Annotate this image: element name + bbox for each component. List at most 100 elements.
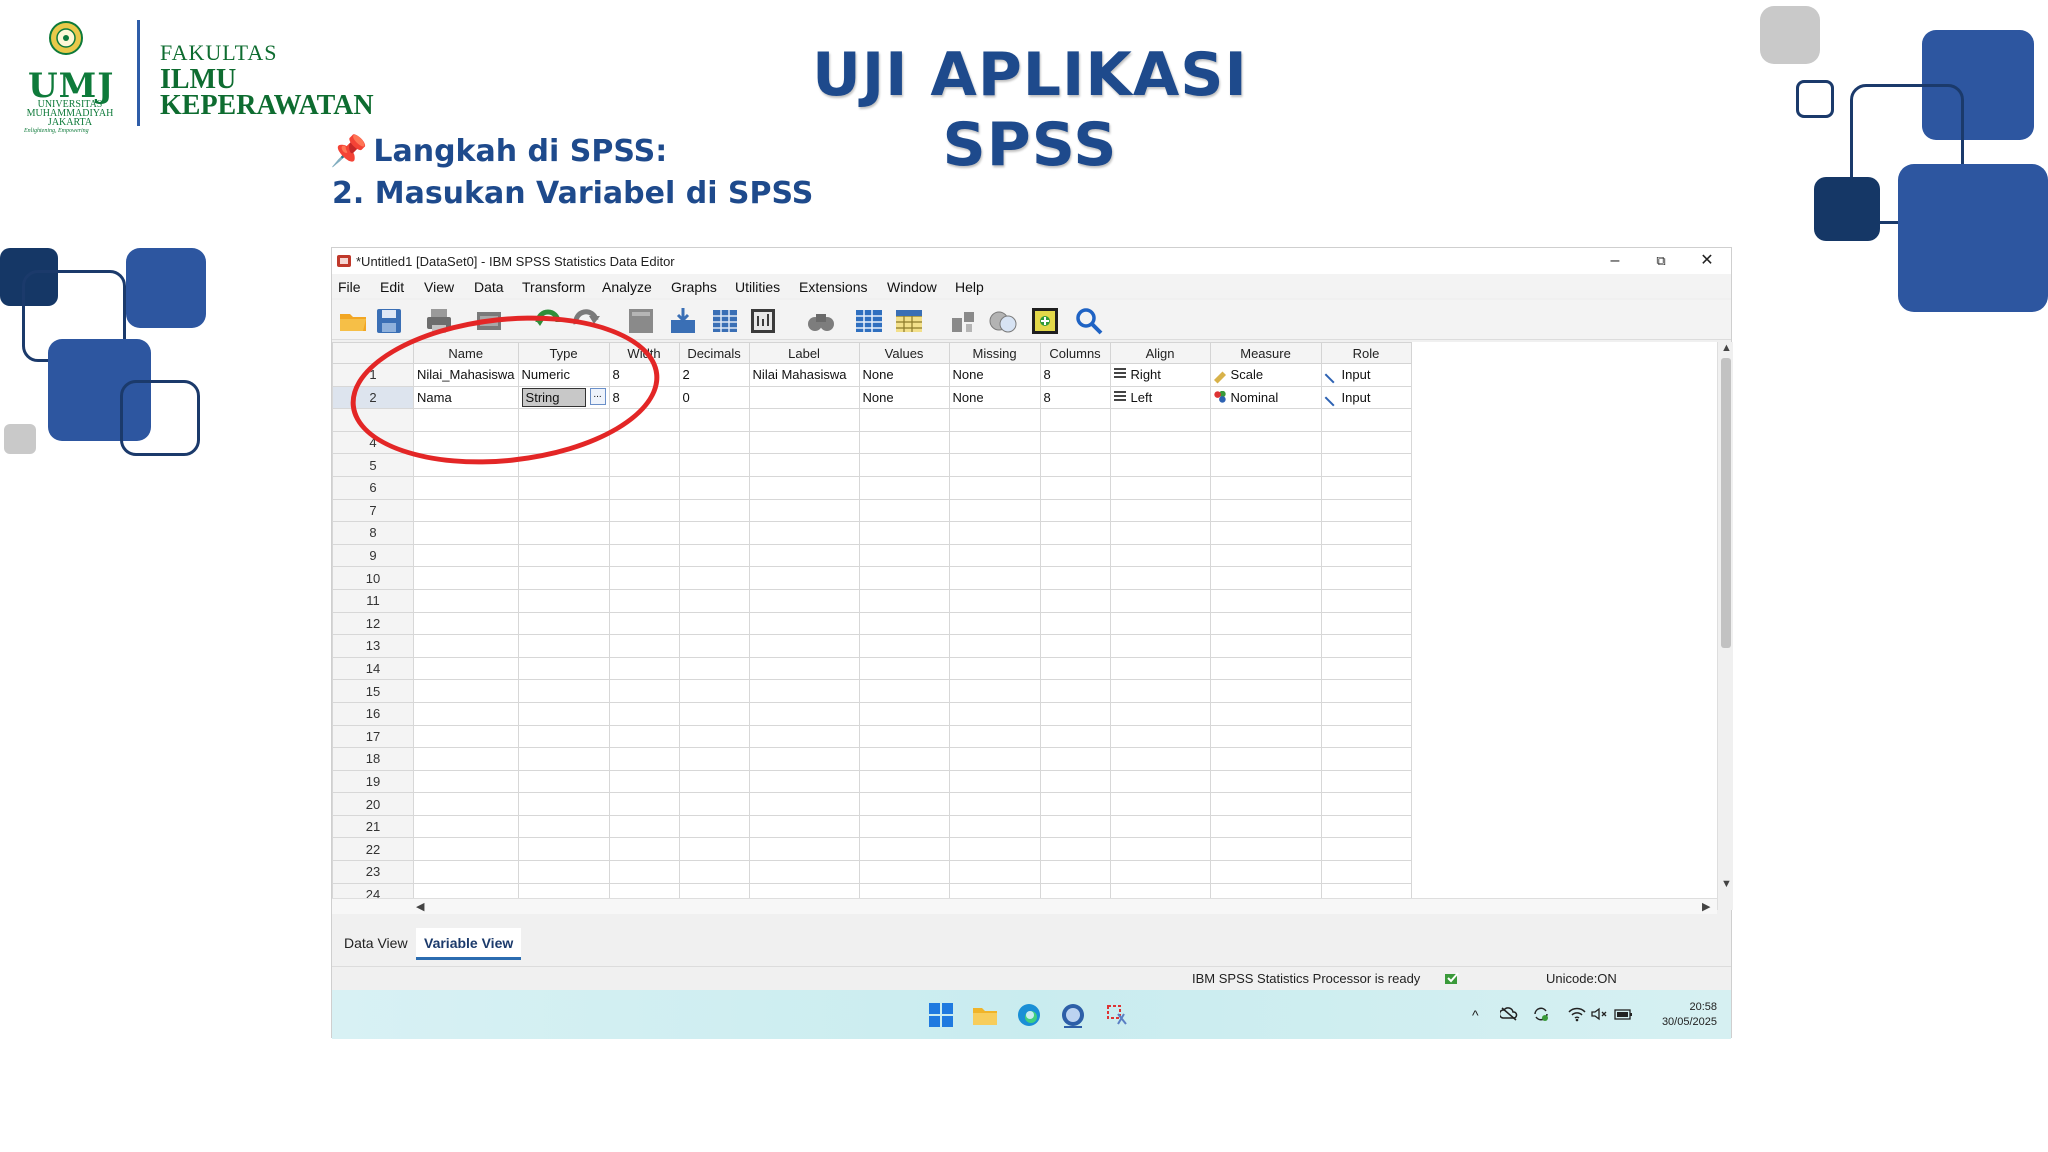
empty-cell[interactable] — [1109, 814, 1211, 839]
empty-cell[interactable] — [1039, 430, 1111, 455]
empty-cell[interactable] — [748, 792, 860, 816]
empty-cell[interactable] — [1320, 566, 1412, 590]
empty-cell[interactable] — [608, 453, 680, 477]
run-descriptives-icon[interactable] — [748, 306, 778, 336]
windows-start-icon[interactable] — [928, 1002, 954, 1028]
col-header-align[interactable]: Align — [1109, 342, 1211, 364]
empty-cell[interactable] — [858, 498, 950, 523]
scroll-up-icon[interactable]: ▲ — [1721, 342, 1732, 354]
empty-cell[interactable] — [1039, 792, 1111, 816]
empty-cell[interactable] — [1209, 475, 1322, 500]
empty-cell[interactable] — [608, 747, 680, 771]
empty-cell[interactable] — [748, 611, 860, 636]
empty-cell[interactable] — [1320, 453, 1412, 477]
empty-cell[interactable] — [1109, 566, 1211, 590]
empty-cell[interactable] — [1320, 724, 1412, 749]
row-number[interactable]: 19 — [332, 769, 414, 794]
empty-cell[interactable] — [1039, 814, 1111, 839]
empty-cell[interactable] — [948, 747, 1041, 771]
empty-cell[interactable] — [678, 634, 750, 658]
empty-cell[interactable] — [858, 679, 950, 703]
cell-missing[interactable]: None — [948, 363, 1041, 387]
empty-cell[interactable] — [948, 656, 1041, 681]
menu-file[interactable]: File — [338, 279, 361, 295]
empty-cell[interactable] — [1320, 521, 1412, 545]
cell-role[interactable]: Input — [1320, 385, 1412, 410]
empty-cell[interactable] — [1320, 475, 1412, 500]
empty-cell[interactable] — [1209, 453, 1322, 477]
empty-cell[interactable] — [748, 724, 860, 749]
horizontal-scrollbar[interactable]: ◀ ▶ — [332, 898, 1717, 914]
empty-cell[interactable] — [678, 498, 750, 523]
cell-name[interactable]: Nama — [413, 385, 519, 410]
empty-cell[interactable] — [517, 724, 610, 749]
empty-cell[interactable] — [1209, 611, 1322, 636]
empty-cell[interactable] — [948, 543, 1041, 568]
row-number[interactable]: 22 — [332, 837, 414, 862]
empty-cell[interactable] — [1039, 656, 1111, 681]
empty-cell[interactable] — [948, 634, 1041, 658]
empty-cell[interactable] — [608, 543, 680, 568]
empty-cell[interactable] — [413, 498, 519, 523]
empty-cell[interactable] — [678, 408, 750, 432]
row-number[interactable]: 20 — [332, 792, 414, 816]
row-number[interactable]: 14 — [332, 656, 414, 681]
empty-cell[interactable] — [858, 792, 950, 816]
empty-cell[interactable] — [948, 430, 1041, 455]
tab-variable-view[interactable]: Variable View — [416, 928, 522, 960]
row-number[interactable]: 6 — [332, 475, 414, 500]
speaker-muted-icon[interactable] — [1590, 1006, 1608, 1022]
open-folder-icon[interactable] — [338, 306, 368, 336]
empty-cell[interactable] — [1209, 634, 1322, 658]
empty-cell[interactable] — [517, 679, 610, 703]
empty-cell[interactable] — [413, 882, 519, 898]
split-file-icon[interactable] — [948, 306, 978, 336]
empty-cell[interactable] — [858, 588, 950, 613]
menu-graphs[interactable]: Graphs — [671, 279, 717, 295]
empty-cell[interactable] — [858, 837, 950, 862]
cell-name[interactable]: Nilai_Mahasiswa — [413, 363, 519, 387]
row-number[interactable]: 12 — [332, 611, 414, 636]
empty-cell[interactable] — [413, 566, 519, 590]
empty-cell[interactable] — [413, 860, 519, 884]
empty-cell[interactable] — [1320, 860, 1412, 884]
cell-measure[interactable]: Nominal — [1209, 385, 1322, 410]
empty-cell[interactable] — [1109, 453, 1211, 477]
col-header-values[interactable]: Values — [858, 342, 950, 364]
empty-cell[interactable] — [413, 611, 519, 636]
sync-icon[interactable] — [1532, 1006, 1550, 1022]
empty-cell[interactable] — [678, 543, 750, 568]
empty-cell[interactable] — [1320, 408, 1412, 432]
vertical-scroll-thumb[interactable] — [1721, 358, 1731, 648]
empty-cell[interactable] — [517, 566, 610, 590]
row-number[interactable] — [332, 408, 414, 432]
empty-cell[interactable] — [1109, 475, 1211, 500]
empty-cell[interactable] — [413, 634, 519, 658]
empty-cell[interactable] — [1109, 634, 1211, 658]
empty-cell[interactable] — [1039, 408, 1111, 432]
empty-cell[interactable] — [858, 882, 950, 898]
empty-cell[interactable] — [1109, 747, 1211, 771]
empty-cell[interactable] — [748, 521, 860, 545]
empty-cell[interactable] — [1209, 882, 1322, 898]
save-icon[interactable] — [374, 306, 404, 336]
empty-cell[interactable] — [1039, 769, 1111, 794]
empty-cell[interactable] — [517, 611, 610, 636]
empty-cell[interactable] — [517, 521, 610, 545]
empty-cell[interactable] — [858, 656, 950, 681]
empty-cell[interactable] — [517, 837, 610, 862]
empty-cell[interactable] — [748, 566, 860, 590]
empty-cell[interactable] — [678, 430, 750, 455]
empty-cell[interactable] — [517, 634, 610, 658]
empty-cell[interactable] — [1109, 837, 1211, 862]
col-header-measure[interactable]: Measure — [1209, 342, 1322, 364]
empty-cell[interactable] — [608, 634, 680, 658]
redo-icon[interactable] — [572, 306, 602, 336]
spss-taskbar-icon[interactable] — [1060, 1002, 1086, 1028]
empty-cell[interactable] — [948, 792, 1041, 816]
empty-cell[interactable] — [1209, 814, 1322, 839]
empty-cell[interactable] — [858, 769, 950, 794]
empty-cell[interactable] — [608, 588, 680, 613]
empty-cell[interactable] — [858, 611, 950, 636]
empty-cell[interactable] — [608, 679, 680, 703]
